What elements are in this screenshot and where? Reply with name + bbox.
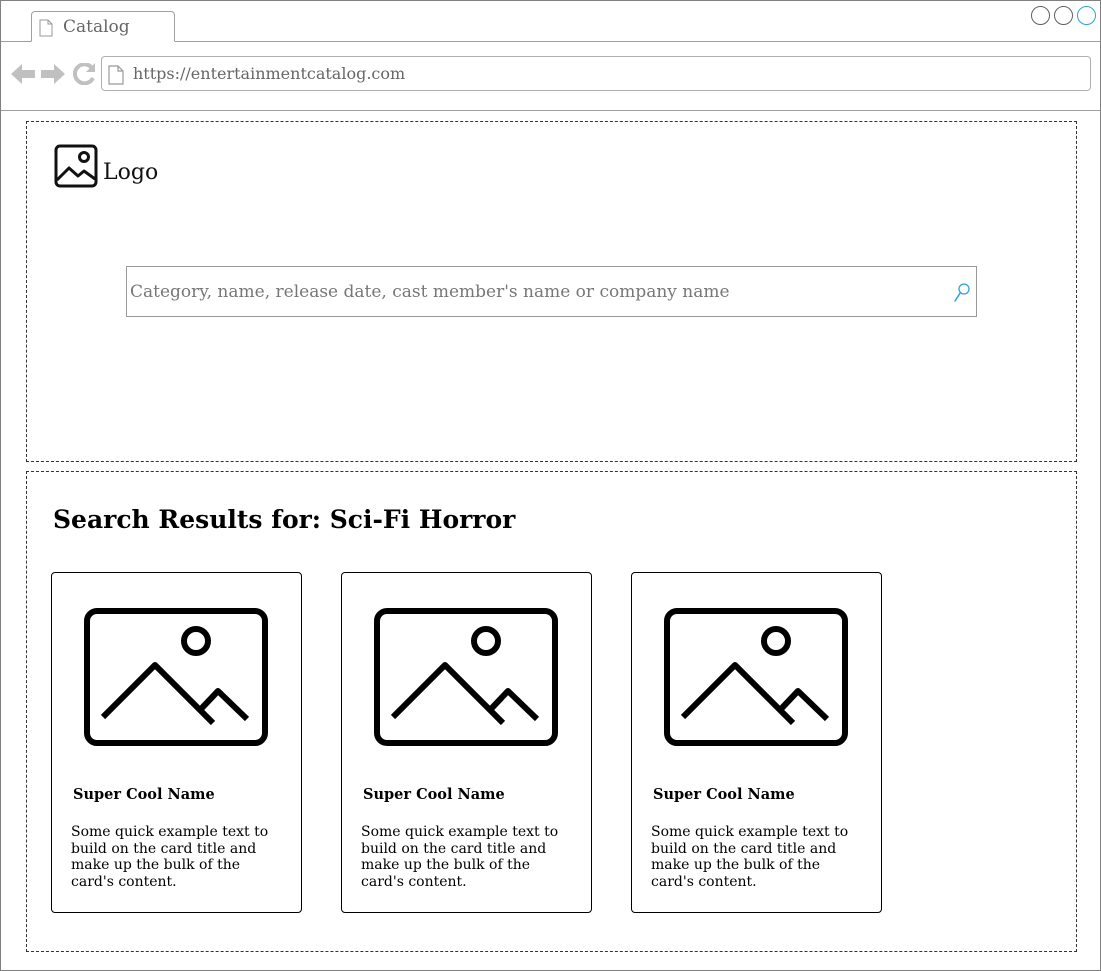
search-icon[interactable]	[953, 282, 971, 308]
result-card[interactable]: Super Cool Name Some quick example text …	[631, 572, 882, 913]
result-card[interactable]: Super Cool Name Some quick example text …	[341, 572, 592, 913]
card-title: Super Cool Name	[363, 786, 505, 803]
card-text: Some quick example text to build on the …	[651, 824, 849, 891]
results-title: Search Results for: Sci-Fi Horror	[53, 505, 516, 534]
navigation-bar: https://entertainmentcatalog.com	[1, 42, 1100, 111]
page-icon	[108, 65, 124, 89]
tab-label: Catalog	[63, 17, 130, 37]
image-placeholder-icon	[373, 607, 559, 751]
close-button[interactable]	[1077, 6, 1096, 25]
reload-icon[interactable]	[72, 62, 96, 89]
logo-label: Logo	[103, 160, 159, 185]
image-placeholder-icon	[83, 607, 269, 751]
image-icon	[54, 144, 98, 192]
forward-arrow-icon[interactable]	[41, 63, 65, 89]
minimize-button[interactable]	[1031, 6, 1050, 25]
card-title: Super Cool Name	[73, 786, 215, 803]
search-box[interactable]	[126, 266, 977, 317]
window-controls	[1031, 6, 1096, 25]
tab-bar: Catalog	[1, 1, 1100, 42]
image-placeholder-icon	[663, 607, 849, 751]
maximize-button[interactable]	[1054, 6, 1073, 25]
card-text: Some quick example text to build on the …	[71, 824, 269, 891]
page-icon	[39, 19, 53, 41]
header-section: Logo	[26, 121, 1077, 462]
results-section: Search Results for: Sci-Fi Horror Super …	[26, 471, 1077, 952]
address-bar[interactable]: https://entertainmentcatalog.com	[101, 56, 1091, 91]
result-card[interactable]: Super Cool Name Some quick example text …	[51, 572, 302, 913]
back-arrow-icon[interactable]	[11, 63, 35, 89]
browser-window: Catalog https://entertainmentcatalog.com…	[0, 0, 1101, 971]
card-text: Some quick example text to build on the …	[361, 824, 559, 891]
tab-catalog[interactable]: Catalog	[31, 11, 175, 42]
card-title: Super Cool Name	[653, 786, 795, 803]
search-input[interactable]	[130, 267, 945, 316]
url-text: https://entertainmentcatalog.com	[133, 64, 406, 83]
